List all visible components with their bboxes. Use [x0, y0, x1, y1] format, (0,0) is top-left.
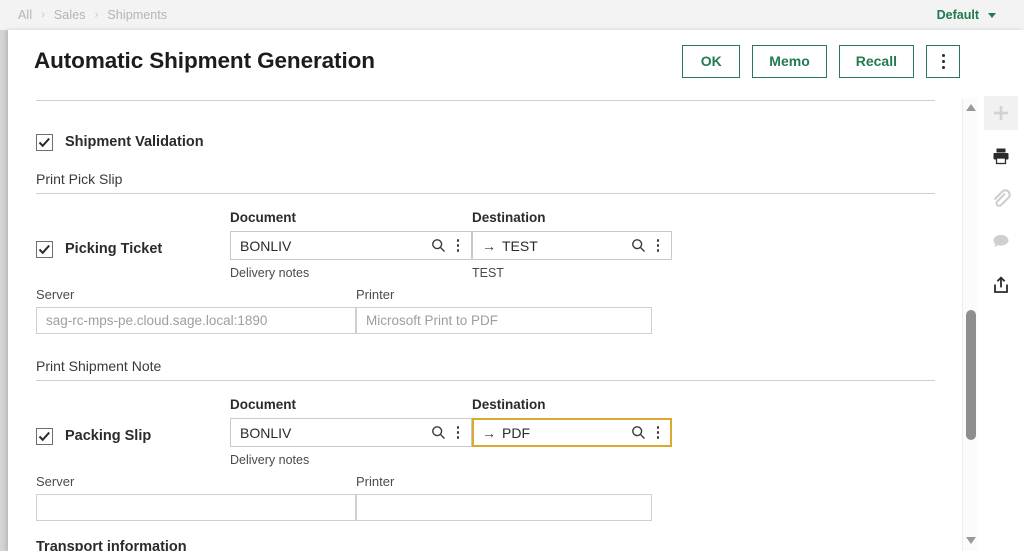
- printer-label: Printer: [356, 287, 395, 302]
- picking-ticket-destination-value: TEST: [502, 237, 538, 254]
- more-options-icon[interactable]: [652, 423, 664, 443]
- app-root: All › Sales › Shipments Default Automati…: [0, 0, 1024, 551]
- packing-slip-checkbox[interactable]: [36, 427, 53, 445]
- more-options-icon[interactable]: [452, 423, 464, 443]
- packing-slip-printer-input[interactable]: [356, 494, 652, 521]
- packing-slip-printer-cell: Printer: [356, 474, 652, 521]
- print-icon[interactable]: [984, 139, 1018, 173]
- picking-ticket-printer-input[interactable]: Microsoft Print to PDF: [356, 307, 652, 334]
- breadcrumb: All › Sales › Shipments: [18, 8, 167, 22]
- search-icon[interactable]: [631, 238, 646, 253]
- section-heading-validation: Validation: [36, 92, 935, 100]
- packing-slip-checkbox-row[interactable]: Packing Slip: [36, 423, 230, 449]
- picking-ticket-document-value: BONLIV: [240, 237, 292, 254]
- search-icon[interactable]: [431, 425, 446, 440]
- more-vertical-icon[interactable]: [926, 44, 960, 78]
- profile-selector[interactable]: Default: [937, 8, 1010, 22]
- arrow-right-icon: →: [482, 424, 496, 441]
- picking-ticket-server-value: sag-rc-mps-pe.cloud.sage.local:1890: [46, 313, 268, 328]
- document-label: Document: [230, 397, 297, 412]
- picking-ticket-document-cell: Document BONLIV Delivery notes: [230, 210, 472, 281]
- shipment-validation-checkbox[interactable]: [36, 133, 53, 151]
- right-icon-rail: [978, 30, 1024, 551]
- server-label: Server: [36, 474, 75, 489]
- breadcrumb-item-all[interactable]: All: [18, 8, 32, 22]
- picking-ticket-server-input[interactable]: sag-rc-mps-pe.cloud.sage.local:1890: [36, 307, 356, 334]
- section-divider: [36, 193, 935, 194]
- server-label: Server: [36, 287, 75, 302]
- profile-label: Default: [936, 8, 979, 22]
- page-title: Automatic Shipment Generation: [34, 48, 375, 73]
- picking-ticket-checkbox-row[interactable]: Picking Ticket: [36, 236, 230, 262]
- form-content: Validation Shipment Validation Print Pic…: [8, 92, 963, 551]
- picking-ticket-destination-cell: Destination → TEST TEST: [472, 210, 672, 281]
- packing-slip-destination-helper: [472, 453, 672, 468]
- add-icon[interactable]: [984, 96, 1018, 130]
- packing-slip-document-value: BONLIV: [240, 424, 292, 441]
- section-heading-shipment-note: Print Shipment Note: [36, 358, 162, 374]
- section-divider: [36, 380, 935, 381]
- picking-ticket-document-input[interactable]: BONLIV: [230, 231, 472, 260]
- picking-ticket-printer-cell: Printer Microsoft Print to PDF: [356, 287, 652, 334]
- vertical-scrollbar[interactable]: [962, 98, 978, 551]
- scroll-up-arrow-icon[interactable]: [963, 100, 978, 114]
- dialog-body: Validation Shipment Validation Print Pic…: [8, 92, 1024, 551]
- breadcrumb-item-shipments[interactable]: Shipments: [107, 8, 167, 22]
- picking-ticket-destination-helper: TEST: [472, 266, 504, 280]
- dialog-panel: Automatic Shipment Generation OK Memo Re…: [8, 30, 1024, 551]
- destination-label: Destination: [472, 210, 546, 225]
- packing-slip-destination-cell: Destination → PDF: [472, 397, 672, 468]
- packing-slip-destination-value: PDF: [502, 424, 530, 441]
- packing-slip-label: Packing Slip: [65, 428, 152, 444]
- packing-slip-check-cell: Packing Slip: [36, 397, 230, 449]
- section-heading-pick-slip: Print Pick Slip: [36, 171, 123, 187]
- arrow-right-icon: →: [482, 237, 496, 254]
- more-options-icon[interactable]: [452, 236, 464, 256]
- more-options-icon[interactable]: [652, 236, 664, 256]
- share-icon[interactable]: [984, 268, 1018, 302]
- picking-ticket-printer-value: Microsoft Print to PDF: [366, 313, 499, 328]
- document-label: Document: [230, 210, 297, 225]
- section-divider: [36, 100, 935, 101]
- packing-slip-row: Packing Slip Document BONLIV Delivery no…: [36, 397, 935, 468]
- ok-button[interactable]: OK: [682, 44, 741, 78]
- breadcrumb-item-sales[interactable]: Sales: [54, 8, 86, 22]
- packing-slip-server-printer-row: Server Printer: [36, 474, 935, 521]
- memo-button[interactable]: Memo: [752, 44, 827, 78]
- attachment-icon[interactable]: [984, 182, 1018, 216]
- picking-ticket-document-helper: Delivery notes: [230, 266, 310, 280]
- packing-slip-server-input[interactable]: [36, 494, 356, 521]
- packing-slip-destination-input[interactable]: → PDF: [472, 418, 672, 447]
- picking-ticket-server-printer-row: Server sag-rc-mps-pe.cloud.sage.local:18…: [36, 287, 935, 334]
- recall-button[interactable]: Recall: [838, 44, 914, 78]
- breadcrumb-separator: ›: [41, 8, 45, 21]
- header-actions: OK Memo Recall: [682, 44, 1012, 78]
- dialog-header: Automatic Shipment Generation OK Memo Re…: [8, 30, 1024, 92]
- packing-slip-server-cell: Server: [36, 474, 356, 521]
- search-icon[interactable]: [631, 425, 646, 440]
- packing-slip-document-input[interactable]: BONLIV: [230, 418, 472, 447]
- scrollbar-thumb[interactable]: [966, 310, 976, 440]
- picking-ticket-check-cell: Picking Ticket: [36, 210, 230, 262]
- picking-ticket-label: Picking Ticket: [65, 241, 163, 257]
- breadcrumb-bar: All › Sales › Shipments Default: [0, 0, 1024, 30]
- search-icon[interactable]: [431, 238, 446, 253]
- packing-slip-document-cell: Document BONLIV Delivery notes: [230, 397, 472, 468]
- destination-label: Destination: [472, 397, 546, 412]
- shipment-validation-label: Shipment Validation: [65, 134, 204, 150]
- printer-label: Printer: [356, 474, 395, 489]
- picking-ticket-server-cell: Server sag-rc-mps-pe.cloud.sage.local:18…: [36, 287, 356, 334]
- packing-slip-document-helper: Delivery notes: [230, 453, 310, 467]
- scroll-down-arrow-icon[interactable]: [963, 533, 978, 547]
- comment-icon[interactable]: [984, 225, 1018, 259]
- picking-ticket-destination-input[interactable]: → TEST: [472, 231, 672, 260]
- section-heading-transport: Transport information: [36, 539, 187, 551]
- breadcrumb-separator: ›: [94, 8, 99, 21]
- picking-ticket-checkbox[interactable]: [36, 240, 53, 258]
- caret-down-icon: [988, 12, 996, 18]
- picking-ticket-row: Picking Ticket Document BONLIV Delivery …: [36, 210, 935, 281]
- shipment-validation-row[interactable]: Shipment Validation: [36, 129, 935, 155]
